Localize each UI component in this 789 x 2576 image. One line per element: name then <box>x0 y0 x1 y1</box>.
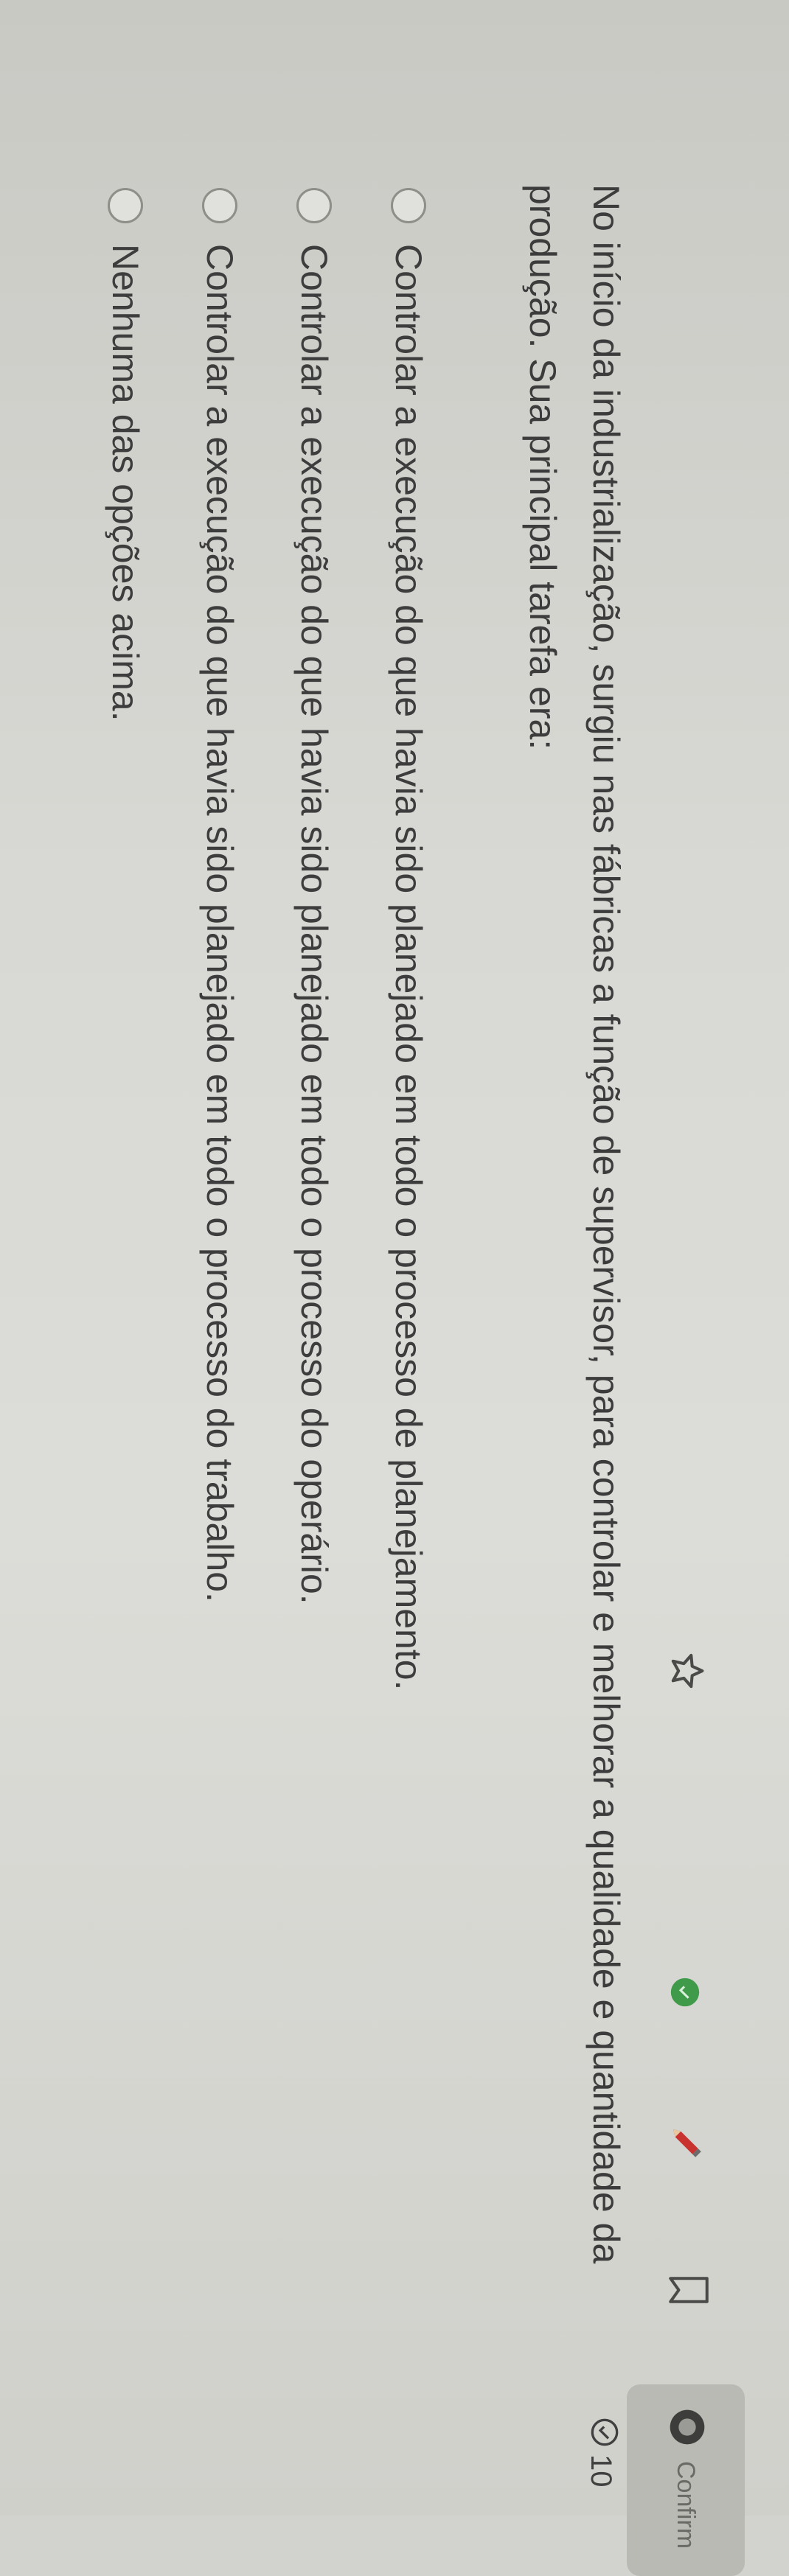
confirm-circle-icon <box>664 2406 709 2448</box>
answer-options: Controlar a execução do que havia sido p… <box>72 188 450 2325</box>
confirm-label: Confirm <box>672 2461 701 2549</box>
option-3-label: Controlar a execução do que havia sido p… <box>199 244 240 1602</box>
option-1-label: Controlar a execução do que havia sido p… <box>388 244 429 1691</box>
star-icon[interactable] <box>667 1651 706 1691</box>
option-1-radio[interactable] <box>391 188 426 223</box>
confirm-button[interactable]: Confirm <box>627 2384 745 2576</box>
toolbar: Confirm <box>627 0 789 2576</box>
option-2[interactable]: Controlar a execução do que havia sido p… <box>273 188 355 2325</box>
option-3-radio[interactable] <box>202 188 237 223</box>
pencil-icon[interactable] <box>667 2123 706 2163</box>
page: Confirm 10 No início da industrialização… <box>0 0 789 2576</box>
timer: 10 <box>583 2418 619 2488</box>
bookmark-icon[interactable] <box>667 2270 711 2310</box>
option-4[interactable]: Nenhuma das opções acima. <box>84 188 167 2325</box>
option-2-radio[interactable] <box>296 188 332 223</box>
timer-value: 10 <box>585 2454 618 2488</box>
option-4-radio[interactable] <box>108 188 143 223</box>
green-circle-icon[interactable] <box>668 1975 702 2009</box>
question-text: No início da industrialização, surgiu na… <box>522 184 627 2264</box>
option-4-label: Nenhuma das opções acima. <box>105 244 146 722</box>
option-2-label: Controlar a execução do que havia sido p… <box>293 244 335 1605</box>
option-3[interactable]: Controlar a execução do que havia sido p… <box>178 188 261 2325</box>
option-1[interactable]: Controlar a execução do que havia sido p… <box>367 188 450 2325</box>
